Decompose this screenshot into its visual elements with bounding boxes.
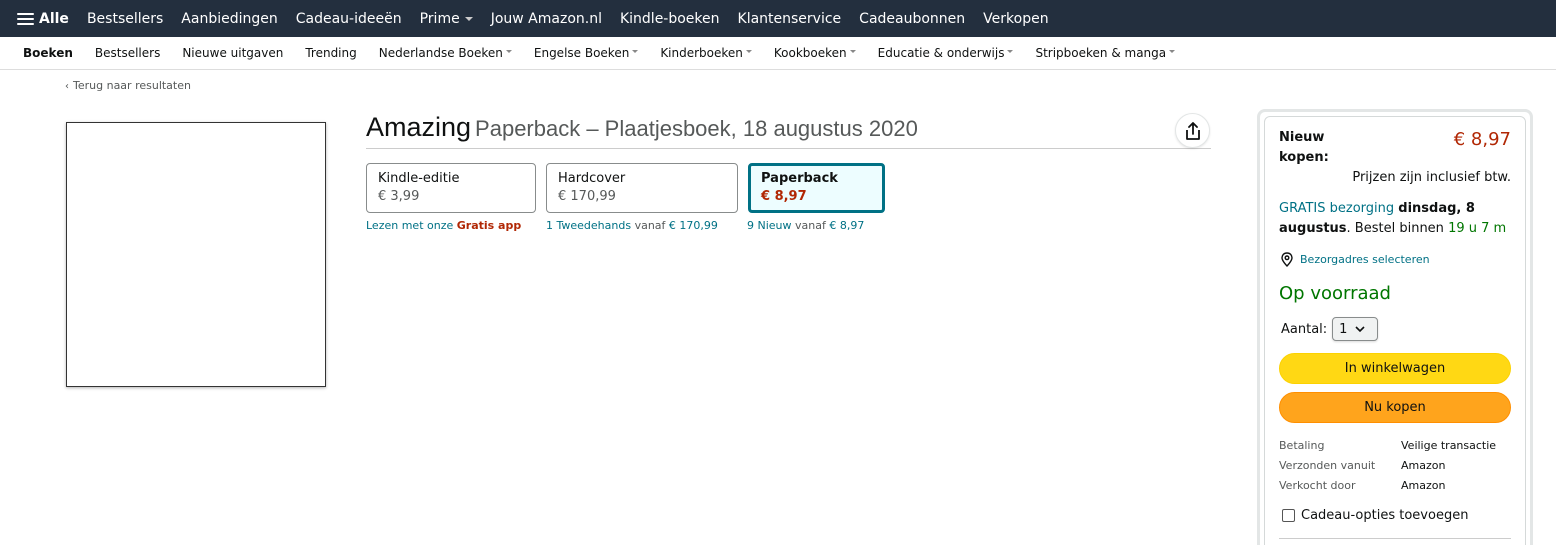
kindle-read-text: Lezen met onze <box>366 219 454 232</box>
buy-price: € 8,97 <box>1453 129 1511 150</box>
buy-now-button[interactable]: Nu kopen <box>1279 392 1511 423</box>
sold-by-value: Amazon <box>1401 479 1446 492</box>
nav-deals[interactable]: Aanbiedingen <box>181 11 277 27</box>
nav-prime-label: Prime <box>419 10 460 27</box>
nav-your-amazon[interactable]: Jouw Amazon.nl <box>491 11 602 27</box>
format-name: Kindle-editie <box>378 171 460 186</box>
location-pin-icon <box>1281 252 1293 267</box>
format-hardcover[interactable]: Hardcover € 170,99 <box>546 163 738 213</box>
subnav-bestsellers[interactable]: Bestsellers <box>95 46 160 60</box>
delivery-info: GRATIS bezorging dinsdag, 8 augustus. Be… <box>1279 199 1514 239</box>
divider <box>1279 538 1511 539</box>
subnav-trending[interactable]: Trending <box>305 46 356 60</box>
caret-down-icon <box>505 50 512 53</box>
chevron-down-icon <box>1355 325 1366 332</box>
quantity-row: Aantal: 1 <box>1281 317 1379 341</box>
format-kindle-meta: Lezen met onze Gratis app <box>366 219 521 232</box>
format-hardcover-meta: 1 Tweedehands vanaf € 170,99 <box>546 219 718 232</box>
add-to-cart-button[interactable]: In winkelwagen <box>1279 353 1511 384</box>
subnav-cookbooks[interactable]: Kookboeken <box>774 46 856 60</box>
subnav-childrens-books-label: Kinderboeken <box>660 46 743 60</box>
format-paperback[interactable]: Paperback € 8,97 <box>748 163 885 213</box>
book-cover-image[interactable] <box>66 122 326 387</box>
subnav-comics-manga[interactable]: Stripboeken & manga <box>1035 46 1176 60</box>
delivery-date-line2: augustus <box>1279 221 1347 236</box>
product-subtitle: Paperback – Plaatjesboek, 18 augustus 20… <box>475 116 918 141</box>
caret-down-icon <box>849 50 856 53</box>
subnav-english-books[interactable]: Engelse Boeken <box>533 46 639 60</box>
all-menu-label: Alle <box>39 10 69 27</box>
format-kindle[interactable]: Kindle-editie € 3,99 <box>366 163 536 213</box>
subnav-english-books-label: Engelse Boeken <box>533 46 630 60</box>
used-offers-link[interactable]: 1 Tweedehands <box>546 219 631 232</box>
format-price: € 170,99 <box>558 189 616 204</box>
hamburger-icon <box>17 12 34 26</box>
quantity-label: Aantal: <box>1281 321 1328 337</box>
product-title-row: Amazing Paperback – Plaatjesboek, 18 augu… <box>366 112 1211 149</box>
format-price: € 3,99 <box>378 189 420 204</box>
gift-options-checkbox[interactable] <box>1282 509 1295 522</box>
from-label: vanaf <box>795 219 826 232</box>
back-to-results-link[interactable]: ‹ Terug naar resultaten <box>65 79 191 92</box>
free-app-link[interactable]: Gratis app <box>457 219 521 232</box>
subnav-education[interactable]: Educatie & onderwijs <box>878 46 1014 60</box>
format-name: Hardcover <box>558 171 626 186</box>
shipped-from-label: Verzonden vanuit <box>1279 459 1376 472</box>
caret-down-icon <box>1007 50 1014 53</box>
nav-gift-cards[interactable]: Cadeaubonnen <box>859 11 965 27</box>
select-address-link[interactable]: Bezorgadres selecteren <box>1280 252 1430 267</box>
vat-note: Prijzen zijn inclusief btw. <box>1352 170 1511 185</box>
nav-sell[interactable]: Verkopen <box>983 11 1048 27</box>
subnav-education-label: Educatie & onderwijs <box>877 46 1005 60</box>
product-title: Amazing <box>366 112 472 142</box>
subnav-new-releases[interactable]: Nieuwe uitgaven <box>182 46 283 60</box>
nav-customer-service[interactable]: Klantenservice <box>738 11 842 27</box>
countdown-text: 19 u 7 m <box>1448 221 1507 236</box>
format-price: € 8,97 <box>761 189 807 204</box>
category-subnav: Boeken Bestsellers Nieuwe uitgaven Trend… <box>0 37 1556 70</box>
payment-label: Betaling <box>1279 439 1325 452</box>
select-address-label: Bezorgadres selecteren <box>1300 253 1430 266</box>
secure-transaction-link[interactable]: Veilige transactie <box>1401 439 1496 452</box>
buy-new-label: Nieuw kopen: <box>1279 128 1329 168</box>
nav-gift-ideas[interactable]: Cadeau-ideeën <box>296 11 402 27</box>
subnav-cookbooks-label: Kookboeken <box>773 46 847 60</box>
nav-prime[interactable]: Prime <box>420 11 473 27</box>
gift-options-label[interactable]: Cadeau-opties toevoegen <box>1301 508 1468 523</box>
caret-down-icon <box>632 50 639 53</box>
chevron-left-icon: ‹ <box>65 81 69 92</box>
quantity-select[interactable]: 1 <box>1332 317 1379 341</box>
sold-by-label: Verkocht door <box>1279 479 1356 492</box>
subnav-comics-manga-label: Stripboeken & manga <box>1035 46 1167 60</box>
new-offers-link[interactable]: 9 Nieuw <box>747 219 792 232</box>
delivery-date-line1: dinsdag, 8 <box>1398 201 1475 216</box>
shipped-from-value: Amazon <box>1401 459 1446 472</box>
quantity-value: 1 <box>1339 321 1348 337</box>
caret-down-icon <box>464 16 473 21</box>
format-name: Paperback <box>761 171 838 186</box>
buy-new-label-line1: Nieuw <box>1279 130 1325 145</box>
subnav-dutch-books[interactable]: Nederlandse Boeken <box>379 46 512 60</box>
subnav-books[interactable]: Boeken <box>23 46 73 60</box>
buy-new-label-line2: kopen: <box>1279 150 1329 165</box>
new-price: € 8,97 <box>829 219 865 232</box>
caret-down-icon <box>745 50 752 53</box>
share-icon <box>1185 121 1200 140</box>
caret-down-icon <box>1169 50 1176 53</box>
stock-status: Op voorraad <box>1279 283 1391 304</box>
from-label: vanaf <box>634 219 666 232</box>
back-to-results-label: Terug naar resultaten <box>73 79 191 92</box>
share-button[interactable] <box>1175 113 1210 148</box>
free-delivery-link[interactable]: GRATIS bezorging <box>1279 201 1394 216</box>
subnav-childrens-books[interactable]: Kinderboeken <box>660 46 752 60</box>
top-navigation: Alle Bestsellers Aanbiedingen Cadeau-ide… <box>0 0 1556 37</box>
used-price: € 170,99 <box>668 219 718 232</box>
all-menu-button[interactable]: Alle <box>17 11 69 27</box>
order-within-text: . Bestel binnen <box>1346 221 1444 236</box>
nav-bestsellers[interactable]: Bestsellers <box>87 11 163 27</box>
gift-options-row: Cadeau-opties toevoegen <box>1282 508 1468 523</box>
nav-kindle-books[interactable]: Kindle-boeken <box>620 11 720 27</box>
format-paperback-meta: 9 Nieuw vanaf € 8,97 <box>747 219 864 232</box>
subnav-dutch-books-label: Nederlandse Boeken <box>378 46 503 60</box>
